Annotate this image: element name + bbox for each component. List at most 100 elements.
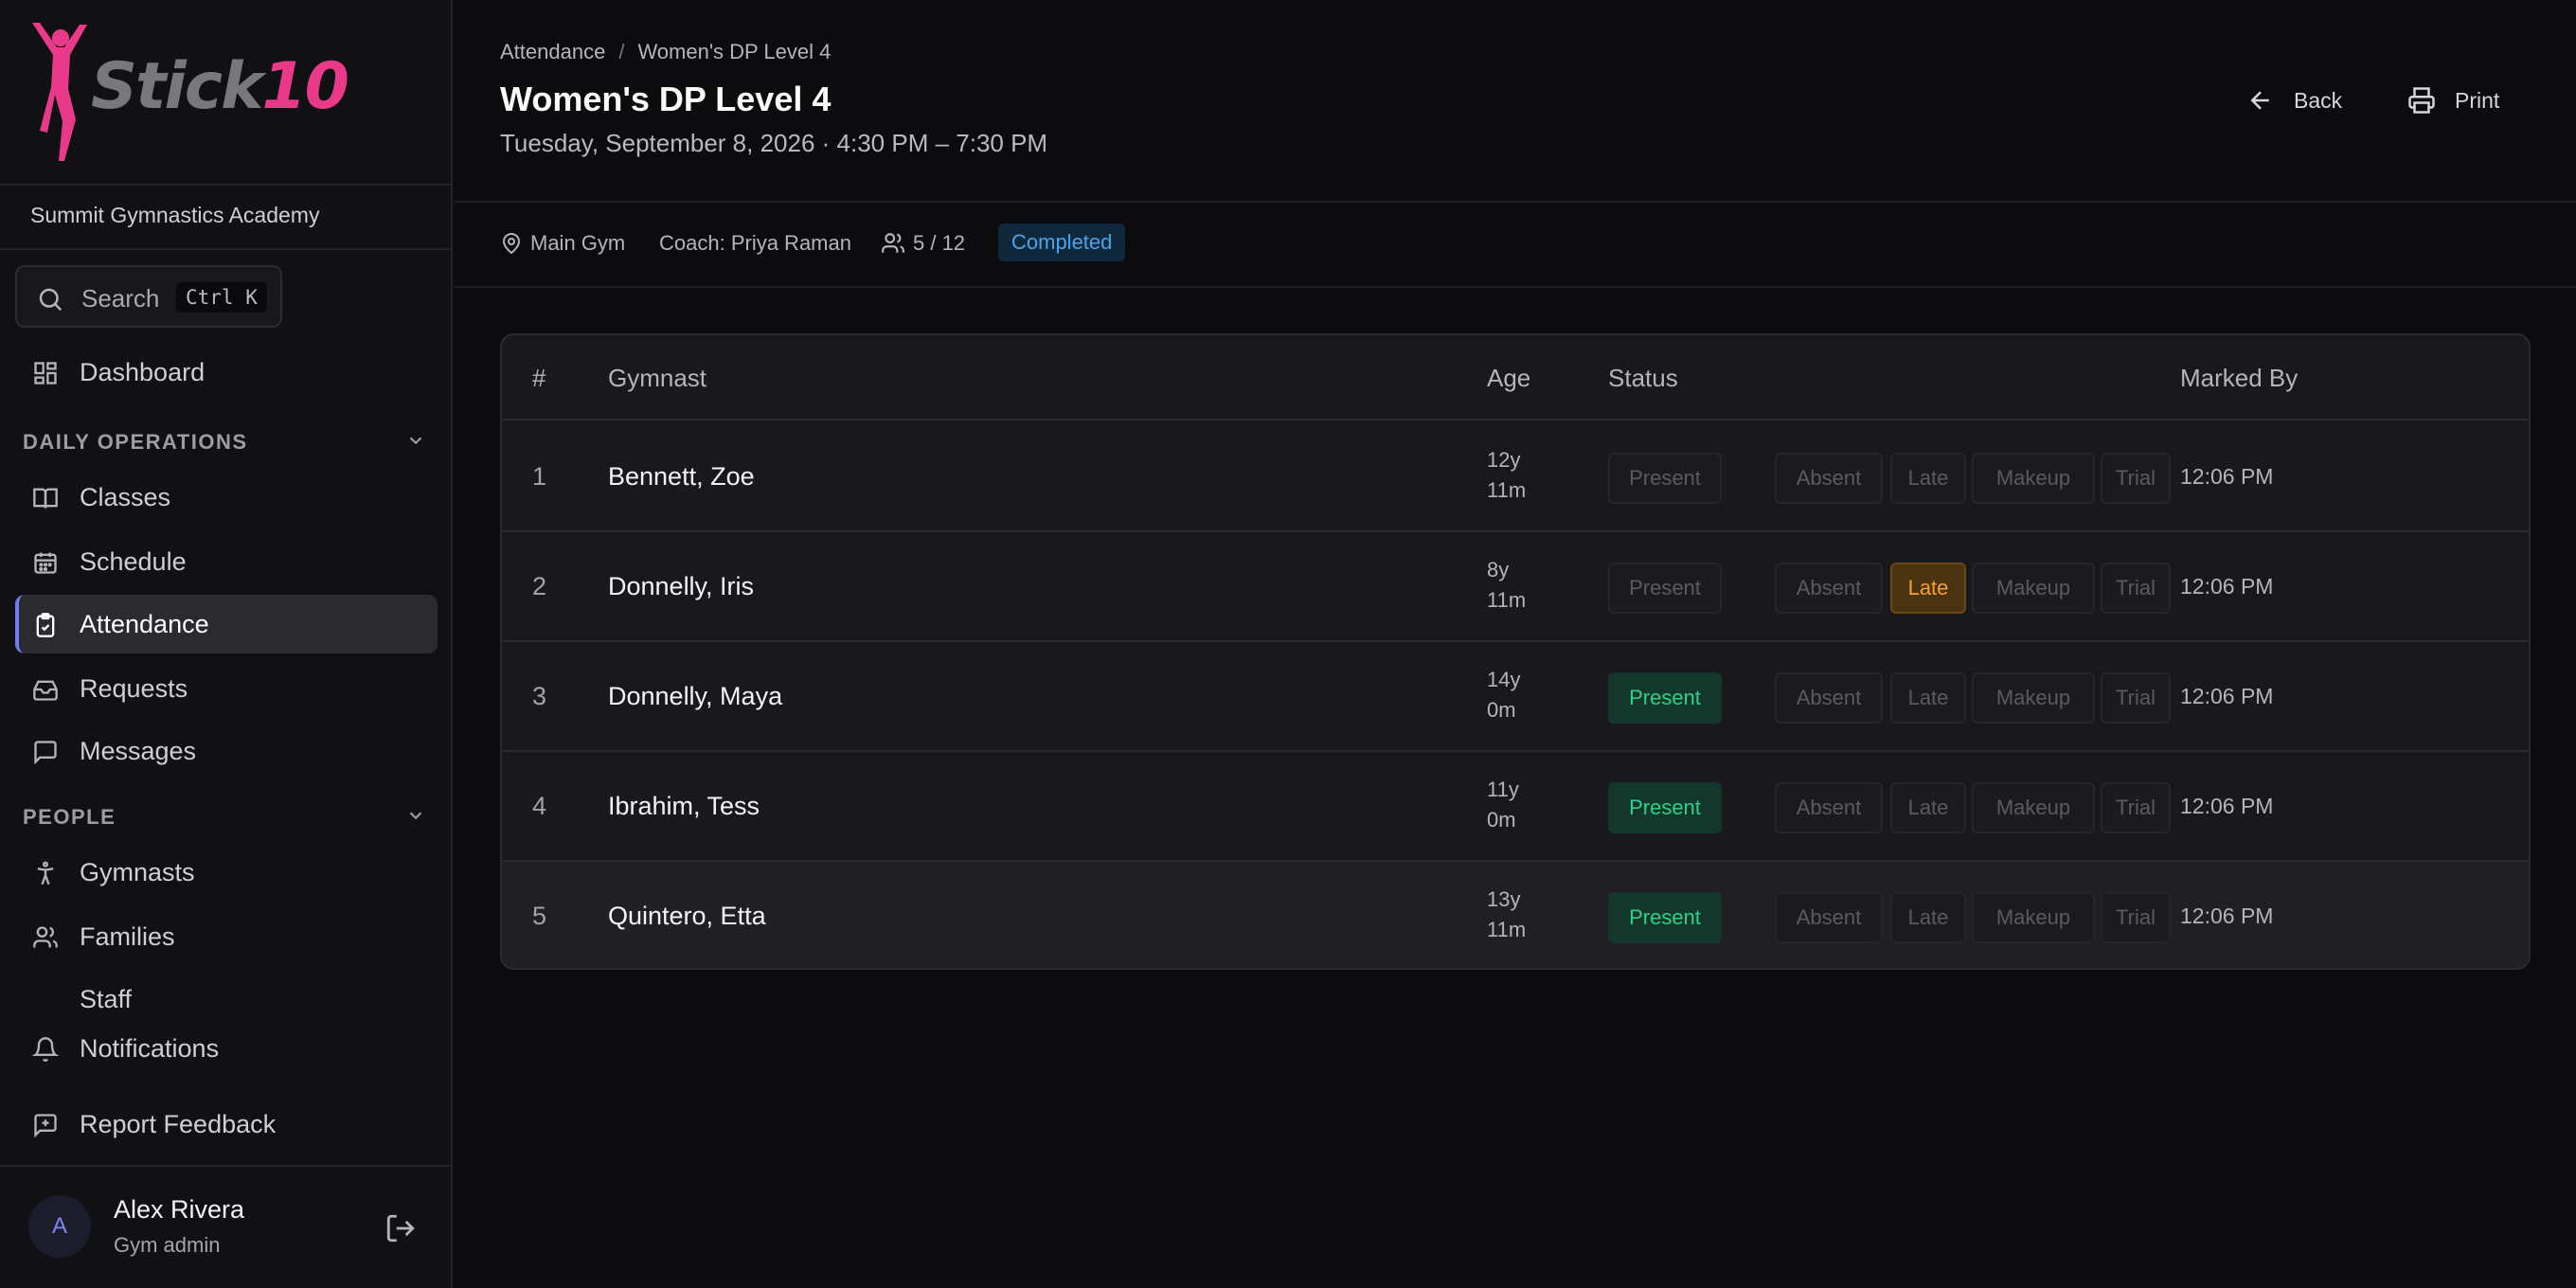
search-button[interactable]: Search Ctrl K <box>15 265 282 328</box>
clipboard-check-icon <box>36 613 55 637</box>
sidebar-divider <box>0 248 453 250</box>
status-present-button[interactable]: Present <box>1608 672 1722 724</box>
status-present-button[interactable]: Present <box>1608 453 1722 504</box>
table-row: 3 Donnelly, Maya 14y 0m Present Absent Late Mak… <box>502 642 2529 752</box>
class-coach: Coach: Priya Raman <box>659 231 851 255</box>
sidebar-item-messages[interactable]: Messages <box>15 722 438 780</box>
brand-logo[interactable]: Stick10 <box>27 19 424 167</box>
sidebar-item-classes[interactable]: Classes <box>15 468 438 527</box>
status-absent-button[interactable]: Absent <box>1775 782 1883 833</box>
sidebar-item-dashboard[interactable]: Dashboard <box>15 343 438 402</box>
status-present-button[interactable]: Present <box>1608 563 1722 614</box>
column-header-status: Status <box>1608 364 1678 392</box>
age-months: 11m <box>1487 918 1527 941</box>
status-present-button[interactable]: Present <box>1608 892 1722 943</box>
status-late-button[interactable]: Late <box>1890 563 1966 614</box>
table-header: # Gymnast Age Status Marked By <box>502 335 2529 420</box>
row-number: 5 <box>532 902 547 930</box>
attendance-table: # Gymnast Age Status Marked By 1 Bennett,… <box>500 333 2531 970</box>
sidebar-item-requests[interactable]: Requests <box>15 659 438 718</box>
sidebar-item-label: Staff <box>80 985 133 1013</box>
logout-icon[interactable] <box>385 1212 417 1244</box>
breadcrumb-separator: / <box>618 40 625 63</box>
map-pin-icon <box>502 233 521 255</box>
status-makeup-button[interactable]: Makeup <box>1972 892 2095 943</box>
print-button[interactable]: Print <box>2407 83 2521 117</box>
brand-stick: Stick <box>91 49 263 124</box>
sidebar-item-attendance[interactable]: Attendance <box>15 595 438 653</box>
breadcrumb-link-attendance[interactable]: Attendance <box>500 40 605 63</box>
chevron-down-icon[interactable] <box>405 805 426 826</box>
gymnast-age: 14y 0m <box>1487 665 1520 725</box>
status-late-button[interactable]: Late <box>1890 892 1966 943</box>
sidebar-item-label: Dashboard <box>80 358 206 386</box>
back-button[interactable]: Back <box>2246 83 2351 117</box>
sidebar-item-notifications[interactable]: Notifications <box>15 1019 438 1078</box>
status-absent-button[interactable]: Absent <box>1775 453 1883 504</box>
search-label: Search <box>81 284 160 313</box>
bell-icon <box>32 1037 59 1062</box>
status-trial-button[interactable]: Trial <box>2101 672 2171 724</box>
user-role: Gym admin <box>114 1233 221 1257</box>
sidebar-item-label: Attendance <box>80 610 209 638</box>
gymnast-name[interactable]: Bennett, Zoe <box>608 462 755 492</box>
search-icon <box>39 288 63 312</box>
status-absent-button[interactable]: Absent <box>1775 672 1883 724</box>
users-icon <box>33 926 58 948</box>
marked-by-time: 12:06 PM <box>2180 903 2274 928</box>
message-plus-icon <box>34 1114 57 1138</box>
gymnast-name[interactable]: Donnelly, Iris <box>608 572 754 601</box>
status-trial-button[interactable]: Trial <box>2101 892 2171 943</box>
status-present-button[interactable]: Present <box>1608 782 1722 833</box>
status-makeup-button[interactable]: Makeup <box>1972 453 2095 504</box>
page-title: Women's DP Level 4 <box>500 80 832 118</box>
user-profile[interactable]: A Alex Rivera Gym admin <box>0 1167 453 1288</box>
column-header-number: # <box>532 364 546 392</box>
status-trial-button[interactable]: Trial <box>2101 453 2171 504</box>
sidebar-divider <box>0 184 453 186</box>
message-square-icon <box>34 741 57 765</box>
status-late-button[interactable]: Late <box>1890 782 1966 833</box>
sidebar-item-families[interactable]: Families <box>15 907 438 966</box>
sidebar-item-schedule[interactable]: Schedule <box>15 532 438 591</box>
sidebar-item-gymnasts[interactable]: Gymnasts <box>15 843 438 902</box>
column-header-marked-by: Marked By <box>2180 364 2299 392</box>
status-makeup-button[interactable]: Makeup <box>1972 782 2095 833</box>
table-row: 5 Quintero, Etta 13y 11m Present Absent Late Ma… <box>502 862 2529 968</box>
age-years: 14y <box>1487 668 1521 691</box>
print-label: Print <box>2455 88 2500 113</box>
column-header-age[interactable]: Age <box>1487 364 1530 393</box>
gymnast-name[interactable]: Donnelly, Maya <box>608 682 782 711</box>
column-header-gymnast[interactable]: Gymnast <box>608 364 707 393</box>
gymnast-name[interactable]: Quintero, Etta <box>608 902 766 931</box>
person-standing-icon <box>37 861 54 886</box>
status-late-button[interactable]: Late <box>1890 453 1966 504</box>
table-row: 4 Ibrahim, Tess 11y 0m Present Absent Late Make… <box>502 752 2529 862</box>
status-makeup-button[interactable]: Makeup <box>1972 672 2095 724</box>
status-makeup-button[interactable]: Makeup <box>1972 563 2095 614</box>
breadcrumb-current: Women's DP Level 4 <box>637 40 832 63</box>
brand-ten: 10 <box>261 49 349 124</box>
gymnast-age: 8y 11m <box>1487 555 1526 616</box>
status-late-button[interactable]: Late <box>1890 672 1966 724</box>
section-people[interactable]: PEOPLE <box>23 805 116 830</box>
table-row: 1 Bennett, Zoe 12y 11m Present Absent Late Make… <box>502 422 2529 532</box>
status-absent-button[interactable]: Absent <box>1775 892 1883 943</box>
dashboard-icon <box>34 362 57 385</box>
gymnast-name[interactable]: Ibrahim, Tess <box>608 792 760 821</box>
age-years: 8y <box>1487 558 1510 581</box>
status-trial-button[interactable]: Trial <box>2101 782 2171 833</box>
brand-wordmark: Stick10 <box>91 55 349 119</box>
sidebar: Stick10 Summit Gymnastics Academy Search… <box>0 0 453 1288</box>
sidebar-item-label: Notifications <box>80 1034 220 1063</box>
header-divider <box>455 201 2576 203</box>
age-years: 13y <box>1487 887 1521 911</box>
chevron-down-icon[interactable] <box>405 430 426 451</box>
section-daily-operations[interactable]: DAILY OPERATIONS <box>23 430 248 455</box>
status-trial-button[interactable]: Trial <box>2101 563 2171 614</box>
calendar-icon <box>34 552 57 574</box>
age-months: 0m <box>1487 808 1516 832</box>
row-number: 2 <box>532 572 547 600</box>
status-absent-button[interactable]: Absent <box>1775 563 1883 614</box>
sidebar-item-report-feedback[interactable]: Report Feedback <box>15 1095 438 1154</box>
